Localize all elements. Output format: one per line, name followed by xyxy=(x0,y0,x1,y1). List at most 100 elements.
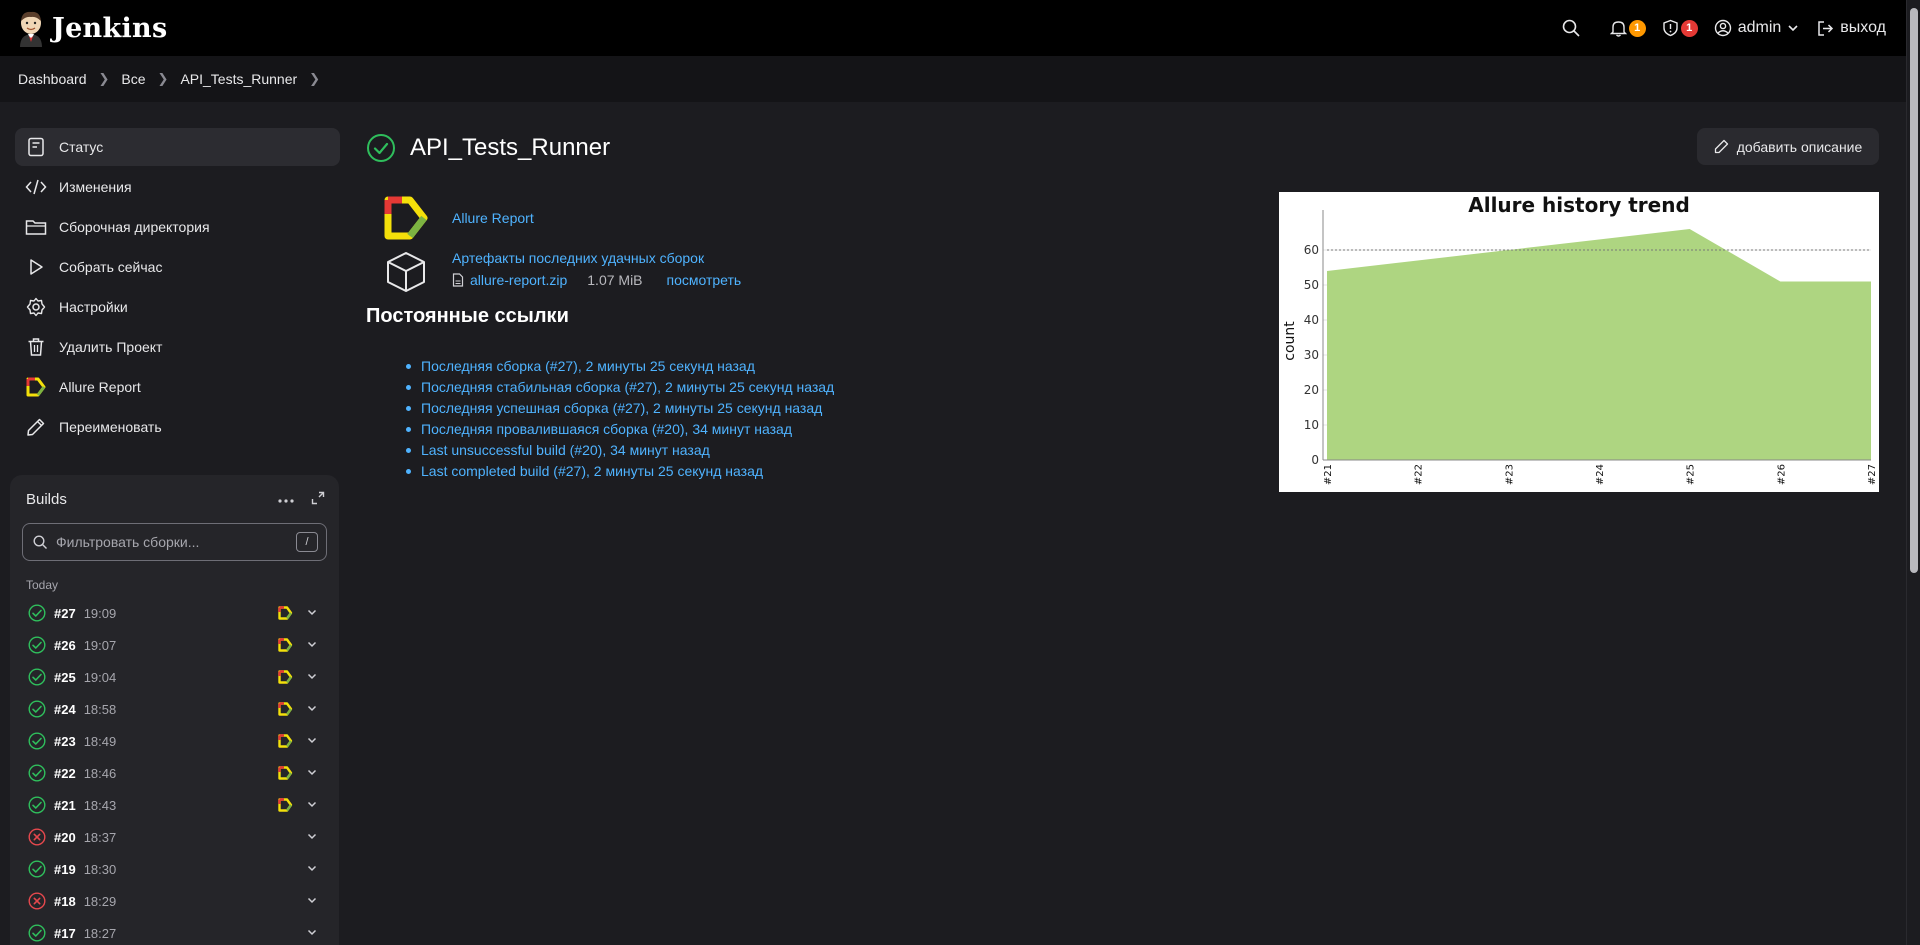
build-row[interactable]: #17 18:27 xyxy=(10,917,339,945)
build-number[interactable]: #18 xyxy=(54,894,76,909)
search-button[interactable] xyxy=(1562,19,1580,37)
permalink-last-unsuccessful[interactable]: Last unsuccessful build (#20), 34 минут … xyxy=(421,440,710,461)
build-number[interactable]: #22 xyxy=(54,766,76,781)
sidebar-item-label: Переименовать xyxy=(59,419,162,435)
build-time: 18:29 xyxy=(83,893,117,909)
allure-icon[interactable] xyxy=(278,670,293,687)
y-axis-label: count xyxy=(1282,321,1298,361)
permalink-last-successful[interactable]: Последняя успешная сборка (#27), 2 минут… xyxy=(421,398,822,419)
chevron-down-icon[interactable] xyxy=(306,669,318,685)
sidebar-item-build-now[interactable]: Собрать сейчас xyxy=(15,248,340,286)
y-tick-label: 60 xyxy=(1304,243,1319,257)
add-description-button[interactable]: добавить описание xyxy=(1697,128,1879,165)
list-item: Last unsuccessful build (#20), 34 минут … xyxy=(406,440,834,461)
permalink-last-stable[interactable]: Последняя стабильная сборка (#27), 2 мин… xyxy=(421,377,834,398)
sidebar-item-label: Собрать сейчас xyxy=(59,259,163,275)
breadcrumb-all[interactable]: Все xyxy=(121,71,145,87)
allure-trend-chart[interactable]: Allure history trend 0 10 20 30 40 50 60 count #2… xyxy=(1279,192,1879,492)
security-button[interactable]: 1 xyxy=(1662,19,1698,37)
success-status-icon xyxy=(28,764,46,782)
jenkins-logo[interactable]: Jenkins xyxy=(16,9,167,47)
build-number[interactable]: #23 xyxy=(54,734,76,749)
build-row[interactable]: #19 18:30 xyxy=(10,853,339,885)
build-row[interactable]: #22 18:46 xyxy=(10,757,339,789)
breadcrumb-job[interactable]: API_Tests_Runner xyxy=(180,71,297,87)
build-row[interactable]: #26 19:07 xyxy=(10,629,339,661)
sidebar-item-workspace[interactable]: Сборочная директория xyxy=(15,208,340,246)
build-row[interactable]: #25 19:04 xyxy=(10,661,339,693)
search-icon xyxy=(33,534,47,549)
allure-icon[interactable] xyxy=(278,766,293,783)
artifacts-title-link[interactable]: Артефакты последних удачных сборок xyxy=(452,250,741,266)
sidebar-item-rename[interactable]: Переименовать xyxy=(15,408,340,446)
user-icon xyxy=(1714,19,1731,37)
build-row[interactable]: #27 19:09 xyxy=(10,597,339,629)
build-row[interactable]: #24 18:58 xyxy=(10,693,339,725)
y-tick-label: 10 xyxy=(1304,418,1319,432)
allure-icon[interactable] xyxy=(278,702,293,719)
allure-icon[interactable] xyxy=(278,638,293,655)
chevron-down-icon[interactable] xyxy=(306,765,318,781)
build-number[interactable]: #20 xyxy=(54,830,76,845)
allure-icon[interactable] xyxy=(278,798,293,815)
chevron-down-icon[interactable] xyxy=(306,797,318,813)
page-scrollbar[interactable] xyxy=(1906,0,1920,945)
artifact-file-link[interactable]: allure-report.zip xyxy=(470,272,567,288)
build-number[interactable]: #27 xyxy=(54,606,76,621)
folder-icon xyxy=(25,216,47,238)
build-number[interactable]: #24 xyxy=(54,702,76,717)
builds-section-today: Today xyxy=(26,578,59,592)
more-options-icon[interactable] xyxy=(277,491,295,507)
x-tick-label: #26 xyxy=(1776,464,1787,485)
success-status-icon xyxy=(28,732,46,750)
build-row[interactable]: #18 18:29 xyxy=(10,885,339,917)
permalink-last-completed[interactable]: Last completed build (#27), 2 минуты 25 … xyxy=(421,461,763,482)
chevron-down-icon[interactable] xyxy=(306,637,318,653)
search-icon xyxy=(1562,19,1580,37)
build-number[interactable]: #19 xyxy=(54,862,76,877)
build-row[interactable]: #23 18:49 xyxy=(10,725,339,757)
scrollbar-thumb[interactable] xyxy=(1910,8,1918,573)
build-row[interactable]: #21 18:43 xyxy=(10,789,339,821)
sidebar: Статус Изменения Сборочная директория Со… xyxy=(15,128,340,448)
notifications-button[interactable]: 1 xyxy=(1609,19,1646,37)
play-icon xyxy=(25,256,47,278)
permalink-last-build[interactable]: Последняя сборка (#27), 2 минуты 25 секу… xyxy=(421,356,755,377)
filter-builds-input[interactable] xyxy=(56,534,296,550)
list-item: Last completed build (#27), 2 минуты 25 … xyxy=(406,461,834,482)
success-status-icon xyxy=(28,604,46,622)
build-time: 19:04 xyxy=(83,669,117,685)
build-number[interactable]: #17 xyxy=(54,926,76,941)
chevron-down-icon[interactable] xyxy=(306,701,318,717)
package-icon xyxy=(387,252,425,292)
logout-button[interactable]: выход xyxy=(1817,19,1886,37)
chevron-down-icon[interactable] xyxy=(306,861,318,877)
build-number[interactable]: #26 xyxy=(54,638,76,653)
allure-icon xyxy=(25,376,47,398)
allure-icon[interactable] xyxy=(278,734,293,751)
build-row[interactable]: #20 18:37 xyxy=(10,821,339,853)
build-number[interactable]: #21 xyxy=(54,798,76,813)
filter-builds-field[interactable]: / xyxy=(22,523,327,561)
breadcrumb-dropdown[interactable]: ❯ xyxy=(309,71,320,87)
sidebar-item-allure-report[interactable]: Allure Report xyxy=(15,368,340,406)
allure-icon[interactable] xyxy=(278,606,293,623)
success-status-icon xyxy=(28,700,46,718)
chevron-down-icon[interactable] xyxy=(306,829,318,845)
sidebar-item-settings[interactable]: Настройки xyxy=(15,288,340,326)
build-number[interactable]: #25 xyxy=(54,670,76,685)
expand-icon[interactable] xyxy=(311,491,325,508)
user-menu[interactable]: admin xyxy=(1714,19,1800,37)
allure-report-link[interactable]: Allure Report xyxy=(452,210,534,226)
sidebar-item-changes[interactable]: Изменения xyxy=(15,168,340,206)
y-tick-label: 20 xyxy=(1304,383,1319,397)
chevron-down-icon[interactable] xyxy=(306,733,318,749)
chevron-down-icon[interactable] xyxy=(306,925,318,941)
sidebar-item-delete-project[interactable]: Удалить Проект xyxy=(15,328,340,366)
chevron-down-icon[interactable] xyxy=(306,605,318,621)
chevron-down-icon[interactable] xyxy=(306,893,318,909)
artifact-view-link[interactable]: посмотреть xyxy=(667,272,742,288)
permalink-last-failed[interactable]: Последняя провалившаяся сборка (#20), 34… xyxy=(421,419,792,440)
breadcrumb-dashboard[interactable]: Dashboard xyxy=(18,71,87,87)
sidebar-item-status[interactable]: Статус xyxy=(15,128,340,166)
